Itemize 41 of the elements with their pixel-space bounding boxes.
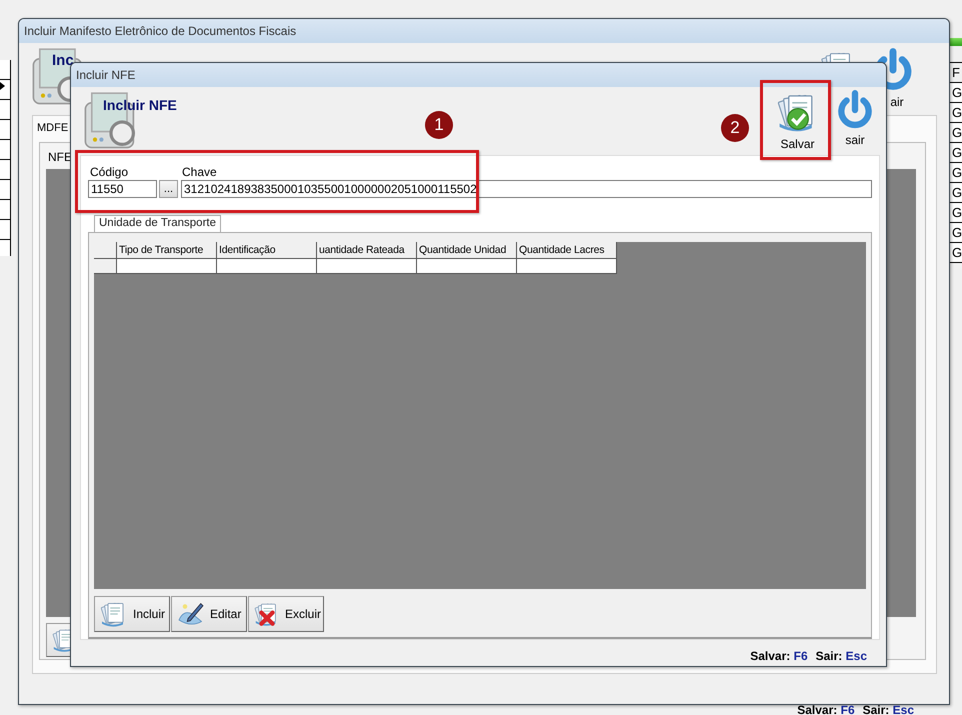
column-header: Quantidade Unidad bbox=[417, 242, 517, 259]
column-header: uantidade Rateada bbox=[317, 242, 417, 259]
window-heading: Incluir NFE bbox=[103, 97, 177, 113]
step-badge: 1 bbox=[425, 111, 453, 139]
field-label: Código bbox=[89, 165, 130, 179]
tab[interactable]: MDFE bbox=[37, 122, 68, 134]
window-title: Incluir Manifesto Eletrônico de Documentos Fiscais bbox=[24, 24, 296, 38]
code-field[interactable]: 11550 bbox=[88, 180, 157, 198]
window-title: Incluir NFE bbox=[76, 68, 136, 82]
row-pointer-icon bbox=[0, 82, 5, 90]
row-header[interactable] bbox=[94, 259, 117, 274]
column-header: Tipo de Transporte bbox=[117, 242, 217, 259]
add-button[interactable]: Incluir bbox=[94, 596, 170, 632]
column-header: Identificação bbox=[217, 242, 317, 259]
table-cell: G bbox=[949, 243, 962, 263]
shortcut-hint: Sair: Esc bbox=[862, 703, 914, 715]
window-heading: Inc bbox=[52, 52, 74, 69]
table-cell: G bbox=[949, 223, 962, 243]
table-cell: G bbox=[949, 183, 962, 203]
table-cell: G bbox=[949, 163, 962, 183]
table-cell: G bbox=[949, 143, 962, 163]
column-header: F bbox=[949, 62, 962, 83]
delete-button[interactable]: Excluir bbox=[248, 596, 324, 632]
save-button[interactable]: Salvar bbox=[770, 87, 825, 151]
table-cell: G bbox=[949, 203, 962, 223]
tab[interactable]: Unidade de Transporte bbox=[94, 215, 221, 232]
exit-button[interactable]: sair bbox=[834, 87, 876, 151]
shortcut-hint: Sair: Esc bbox=[816, 649, 867, 663]
edit-button[interactable]: Editar bbox=[171, 596, 247, 632]
step-badge: 2 bbox=[721, 114, 749, 142]
table-cell: G bbox=[949, 103, 962, 123]
shortcut-hint: Salvar: F6 bbox=[797, 703, 855, 715]
lookup-button[interactable]: ... bbox=[159, 180, 178, 198]
tab[interactable]: NFE bbox=[48, 150, 72, 164]
table-cell: G bbox=[949, 123, 962, 143]
field-label: Chave bbox=[181, 165, 218, 179]
column-header: Quantidade Lacres bbox=[517, 242, 617, 259]
table-cell: G bbox=[949, 83, 962, 103]
shortcut-hint: Salvar: F6 bbox=[750, 649, 808, 663]
key-field[interactable]: 31210241893835000103550010000002051000115502 bbox=[181, 180, 872, 198]
status-bar bbox=[950, 38, 962, 46]
